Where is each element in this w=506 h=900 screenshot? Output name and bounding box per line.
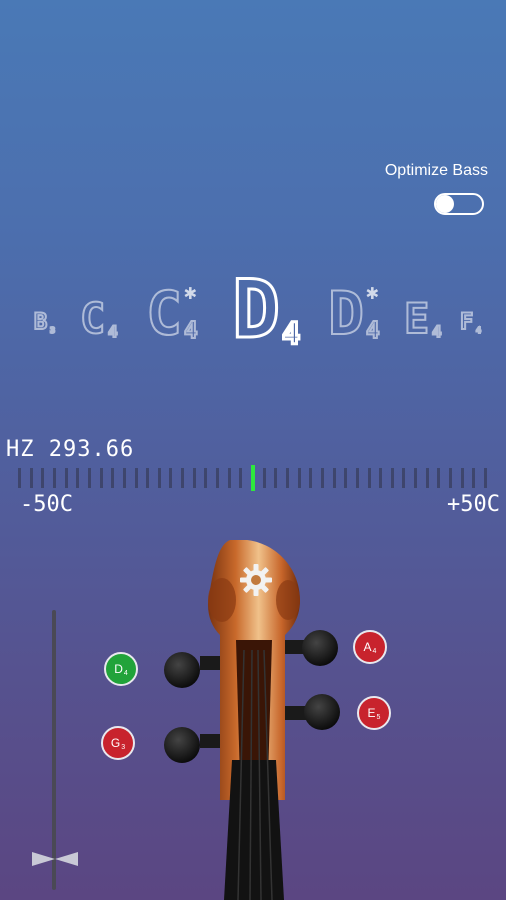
cents-tick [355,468,359,488]
note-carousel: B3 C4 C ✱ 4 D4 D ✱ 4 E4 F4 [0,268,506,360]
cents-tick [425,468,429,488]
note-octave: 4 [475,325,482,336]
cents-tick [181,468,185,488]
cents-tick [320,468,324,488]
string-button-g3[interactable]: G3 [101,726,135,760]
cents-tick [390,468,394,488]
note-octave: 4 [365,318,381,344]
note-b3[interactable]: B3 [33,311,56,336]
cents-meter [18,465,488,491]
cents-tick [274,468,278,488]
cents-tick [169,468,173,488]
cents-tick [484,468,487,488]
gear-icon[interactable] [238,562,274,598]
cents-tick [204,468,208,488]
cents-tick [18,468,21,488]
cents-tick [262,468,266,488]
cents-tick [29,468,33,488]
cents-tick [227,468,231,488]
cents-tick [99,468,103,488]
cents-tick [414,468,418,488]
cents-tick [192,468,196,488]
cents-tick [437,468,441,488]
cents-tick [41,468,45,488]
toggle-knob [436,195,454,213]
sharp-symbol: ✱ [184,280,197,304]
sharp-symbol: ✱ [366,280,379,304]
cents-tick [367,468,371,488]
cents-tick [239,468,243,488]
note-c4[interactable]: C4 [79,297,119,341]
cents-tick [402,468,406,488]
cents-tick [460,468,464,488]
cents-tick [157,468,161,488]
note-d4-sharp[interactable]: D ✱ 4 [327,282,381,346]
optimize-bass-label: Optimize Bass [384,162,488,179]
cents-tick [87,468,91,488]
note-octave: 4 [431,322,443,341]
cents-tick [64,468,68,488]
cents-tick [52,468,56,488]
cents-tick [134,468,138,488]
note-f4[interactable]: F4 [459,311,482,336]
string-button-a4[interactable]: A4 [353,630,387,664]
note-octave: 4 [107,322,119,341]
bowtie-handle-icon[interactable] [30,850,80,868]
cents-tick [379,468,383,488]
cents-tick [344,468,348,488]
cents-tick [146,468,150,488]
cents-tick [122,468,126,488]
cents-tick [285,468,289,488]
note-e4[interactable]: E4 [403,297,443,341]
frequency-readout: HZ 293.66 [6,437,135,462]
note-d4-current[interactable]: D4 [230,268,301,351]
note-octave: 4 [183,318,199,344]
sensitivity-slider-track[interactable] [52,610,56,890]
cents-tick [216,468,220,488]
note-octave: 4 [280,317,301,352]
cents-needle [251,465,255,491]
string-button-e5[interactable]: E5 [357,696,391,730]
cents-tick [76,468,80,488]
note-octave: 3 [49,325,56,336]
optimize-bass-toggle[interactable] [434,193,484,215]
cents-tick [332,468,336,488]
string-button-d4[interactable]: D4 [104,652,138,686]
cents-tick [472,468,476,488]
cents-tick [449,468,453,488]
cents-tick [111,468,115,488]
cents-min-label: -50C [20,492,73,517]
cents-tick [297,468,301,488]
cents-max-label: +50C [447,492,500,517]
note-c4-sharp[interactable]: C ✱ 4 [145,282,199,346]
cents-tick [309,468,313,488]
